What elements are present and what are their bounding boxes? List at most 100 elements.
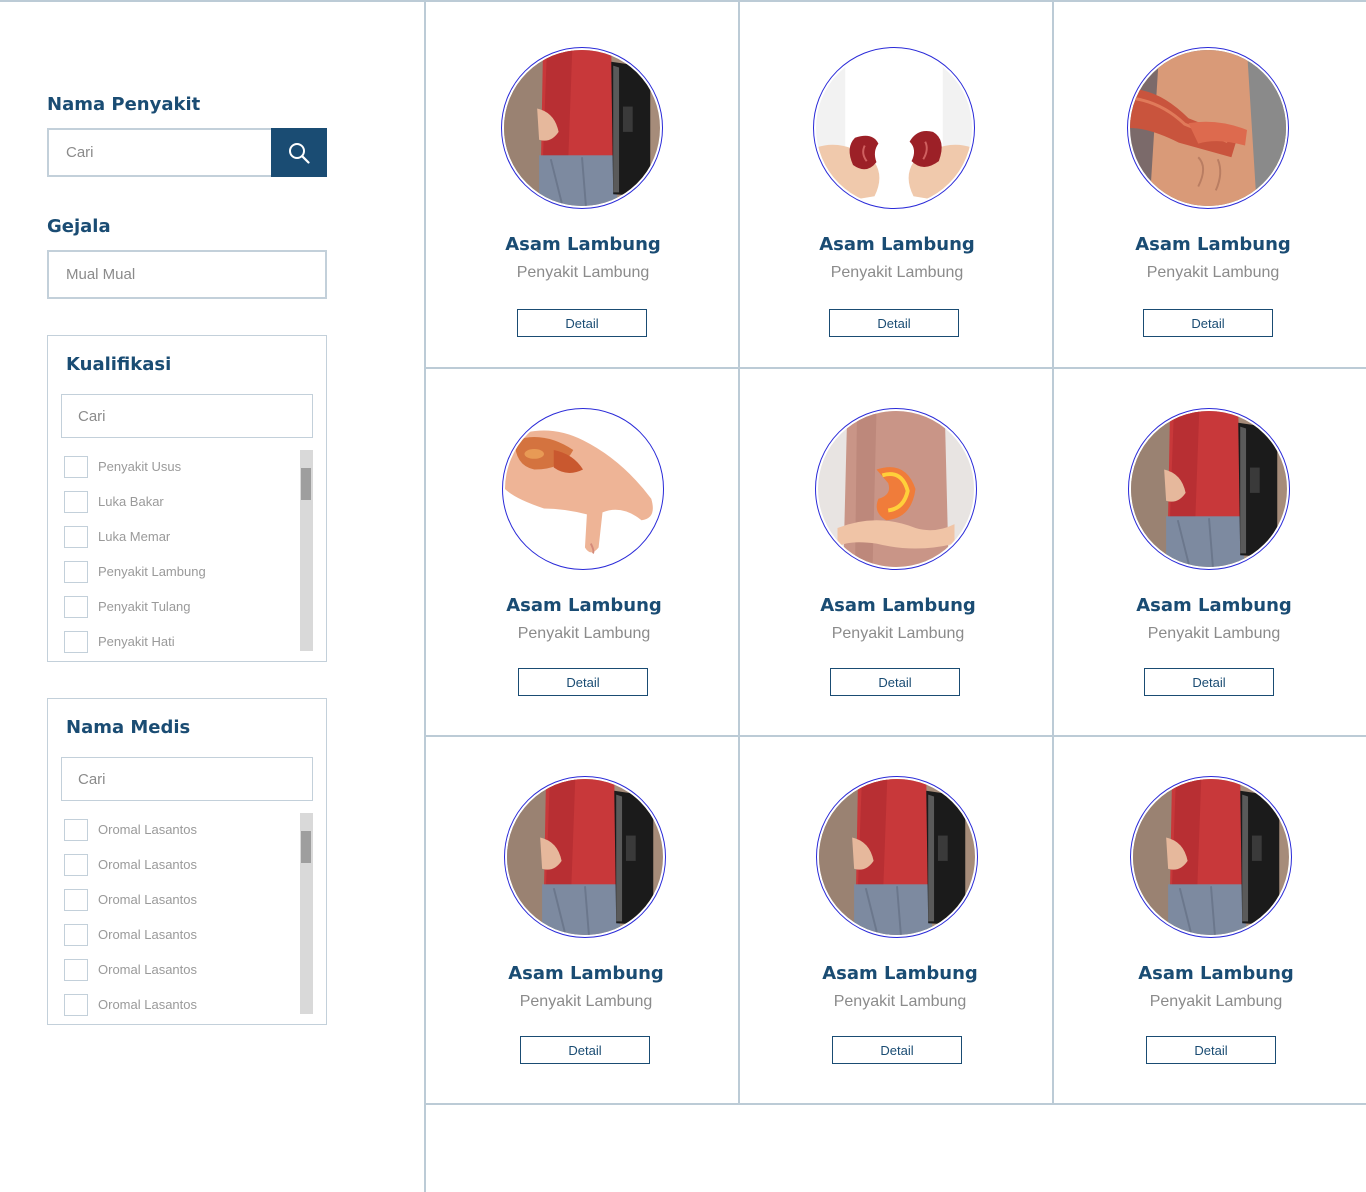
detail-button[interactable]: Detail [1144, 668, 1274, 696]
kualifikasi-option[interactable]: Penyakit Usus [64, 449, 206, 484]
divider [424, 1103, 1366, 1105]
disease-photo [1130, 776, 1292, 938]
detail-button[interactable]: Detail [1146, 1036, 1276, 1064]
nama-medis-option[interactable]: Oromal Lasantos [64, 917, 197, 952]
checkbox[interactable] [64, 818, 88, 841]
kualifikasi-option[interactable]: Penyakit Lambung [64, 554, 206, 589]
card-title: Asam Lambung [505, 234, 661, 255]
card-title: Asam Lambung [508, 963, 664, 984]
detail-button[interactable]: Detail [518, 668, 648, 696]
option-label: Oromal Lasantos [98, 997, 197, 1012]
kualifikasi-option[interactable]: Penyakit Hati [64, 624, 206, 659]
kualifikasi-search-input[interactable] [61, 394, 313, 438]
card-subtitle: Penyakit Lambung [830, 264, 964, 281]
disease-photo [815, 408, 977, 570]
disease-photo [501, 47, 663, 209]
search-icon [289, 142, 310, 164]
checkbox[interactable] [64, 888, 88, 911]
nama-medis-title: Nama Medis [66, 717, 191, 738]
checkbox[interactable] [64, 993, 88, 1016]
scrollbar-thumb[interactable] [301, 468, 311, 500]
kualifikasi-title: Kualifikasi [66, 354, 172, 375]
checkbox[interactable] [64, 630, 88, 653]
card-subtitle: Penyakit Lambung [516, 264, 650, 281]
checkbox[interactable] [64, 853, 88, 876]
option-label: Penyakit Lambung [98, 564, 206, 579]
disease-photo [816, 776, 978, 938]
option-label: Oromal Lasantos [98, 892, 197, 907]
nama-medis-option[interactable]: Oromal Lasantos [64, 882, 197, 917]
checkbox[interactable] [64, 923, 88, 946]
card-subtitle: Penyakit Lambung [519, 993, 653, 1010]
detail-button[interactable]: Detail [832, 1036, 962, 1064]
card-subtitle: Penyakit Lambung [1147, 625, 1281, 642]
stomach-photo [1133, 779, 1289, 935]
disease-card: Asam Lambung Penyakit Lambung Detail [740, 369, 1054, 735]
kualifikasi-option[interactable]: Penyakit Tulang [64, 589, 206, 624]
detail-button[interactable]: Detail [517, 309, 647, 337]
stomach-photo [819, 779, 975, 935]
disease-card: Asam Lambung Penyakit Lambung Detail [1054, 737, 1366, 1103]
disease-card: Asam Lambung Penyakit Lambung Detail [426, 737, 740, 1103]
nama-medis-option[interactable]: Oromal Lasantos [64, 812, 197, 847]
nama-medis-option[interactable]: Oromal Lasantos [64, 952, 197, 987]
card-subtitle: Penyakit Lambung [517, 625, 651, 642]
checkbox[interactable] [64, 560, 88, 583]
detail-button[interactable]: Detail [1143, 309, 1273, 337]
nama-medis-option[interactable]: Oromal Lasantos [64, 987, 197, 1022]
kualifikasi-filter: Kualifikasi Penyakit Usus Luka Bakar Luk… [47, 335, 327, 662]
disease-photo [1128, 408, 1290, 570]
nama-medis-search-input[interactable] [61, 757, 313, 801]
nama-penyakit-input[interactable] [47, 128, 271, 177]
disease-card: Asam Lambung Penyakit Lambung Detail [426, 2, 740, 368]
burned-hand-photo [505, 411, 661, 567]
kualifikasi-option[interactable]: Luka Memar [64, 519, 206, 554]
card-title: Asam Lambung [1138, 963, 1294, 984]
detail-button[interactable]: Detail [520, 1036, 650, 1064]
disease-photo [813, 47, 975, 209]
scrollbar-thumb[interactable] [301, 831, 311, 863]
option-label: Oromal Lasantos [98, 962, 197, 977]
card-title: Asam Lambung [822, 963, 978, 984]
nama-medis-option[interactable]: Oromal Lasantos [64, 847, 197, 882]
disease-photo [502, 408, 664, 570]
nama-medis-filter: Nama Medis Oromal Lasantos Oromal Lasant… [47, 698, 327, 1025]
stomach-photo [504, 50, 660, 206]
option-label: Oromal Lasantos [98, 822, 197, 837]
disease-photo [504, 776, 666, 938]
disease-photo [1127, 47, 1289, 209]
card-subtitle: Penyakit Lambung [831, 625, 965, 642]
checkbox[interactable] [64, 455, 88, 478]
stomach-illustration-photo [818, 411, 974, 567]
checkbox[interactable] [64, 958, 88, 981]
gejala-input[interactable] [47, 250, 327, 299]
detail-button[interactable]: Detail [830, 668, 960, 696]
nama-penyakit-label: Nama Penyakit [47, 94, 201, 115]
gejala-label: Gejala [47, 216, 111, 237]
option-label: Luka Bakar [98, 494, 164, 509]
card-subtitle: Penyakit Lambung [1146, 264, 1280, 281]
option-label: Luka Memar [98, 529, 171, 544]
checkbox[interactable] [64, 595, 88, 618]
option-label: Penyakit Hati [98, 634, 175, 649]
kualifikasi-scrollbar[interactable] [300, 450, 313, 651]
nama-medis-scrollbar[interactable] [300, 813, 313, 1014]
checkbox[interactable] [64, 525, 88, 548]
arm-photo [1130, 50, 1286, 206]
kualifikasi-option[interactable]: Luka Bakar [64, 484, 206, 519]
detail-button[interactable]: Detail [829, 309, 959, 337]
card-title: Asam Lambung [506, 595, 662, 616]
stomach-photo [507, 779, 663, 935]
disease-card: Asam Lambung Penyakit Lambung Detail [426, 369, 740, 735]
stomach-photo [1131, 411, 1287, 567]
option-label: Penyakit Tulang [98, 599, 191, 614]
kidneys-photo [816, 50, 972, 206]
card-subtitle: Penyakit Lambung [833, 993, 967, 1010]
nama-medis-options: Oromal Lasantos Oromal Lasantos Oromal L… [64, 812, 197, 1022]
option-label: Oromal Lasantos [98, 857, 197, 872]
kualifikasi-options: Penyakit Usus Luka Bakar Luka Memar Peny… [64, 449, 206, 659]
card-title: Asam Lambung [819, 234, 975, 255]
checkbox[interactable] [64, 490, 88, 513]
card-subtitle: Penyakit Lambung [1149, 993, 1283, 1010]
search-button[interactable] [271, 128, 327, 177]
